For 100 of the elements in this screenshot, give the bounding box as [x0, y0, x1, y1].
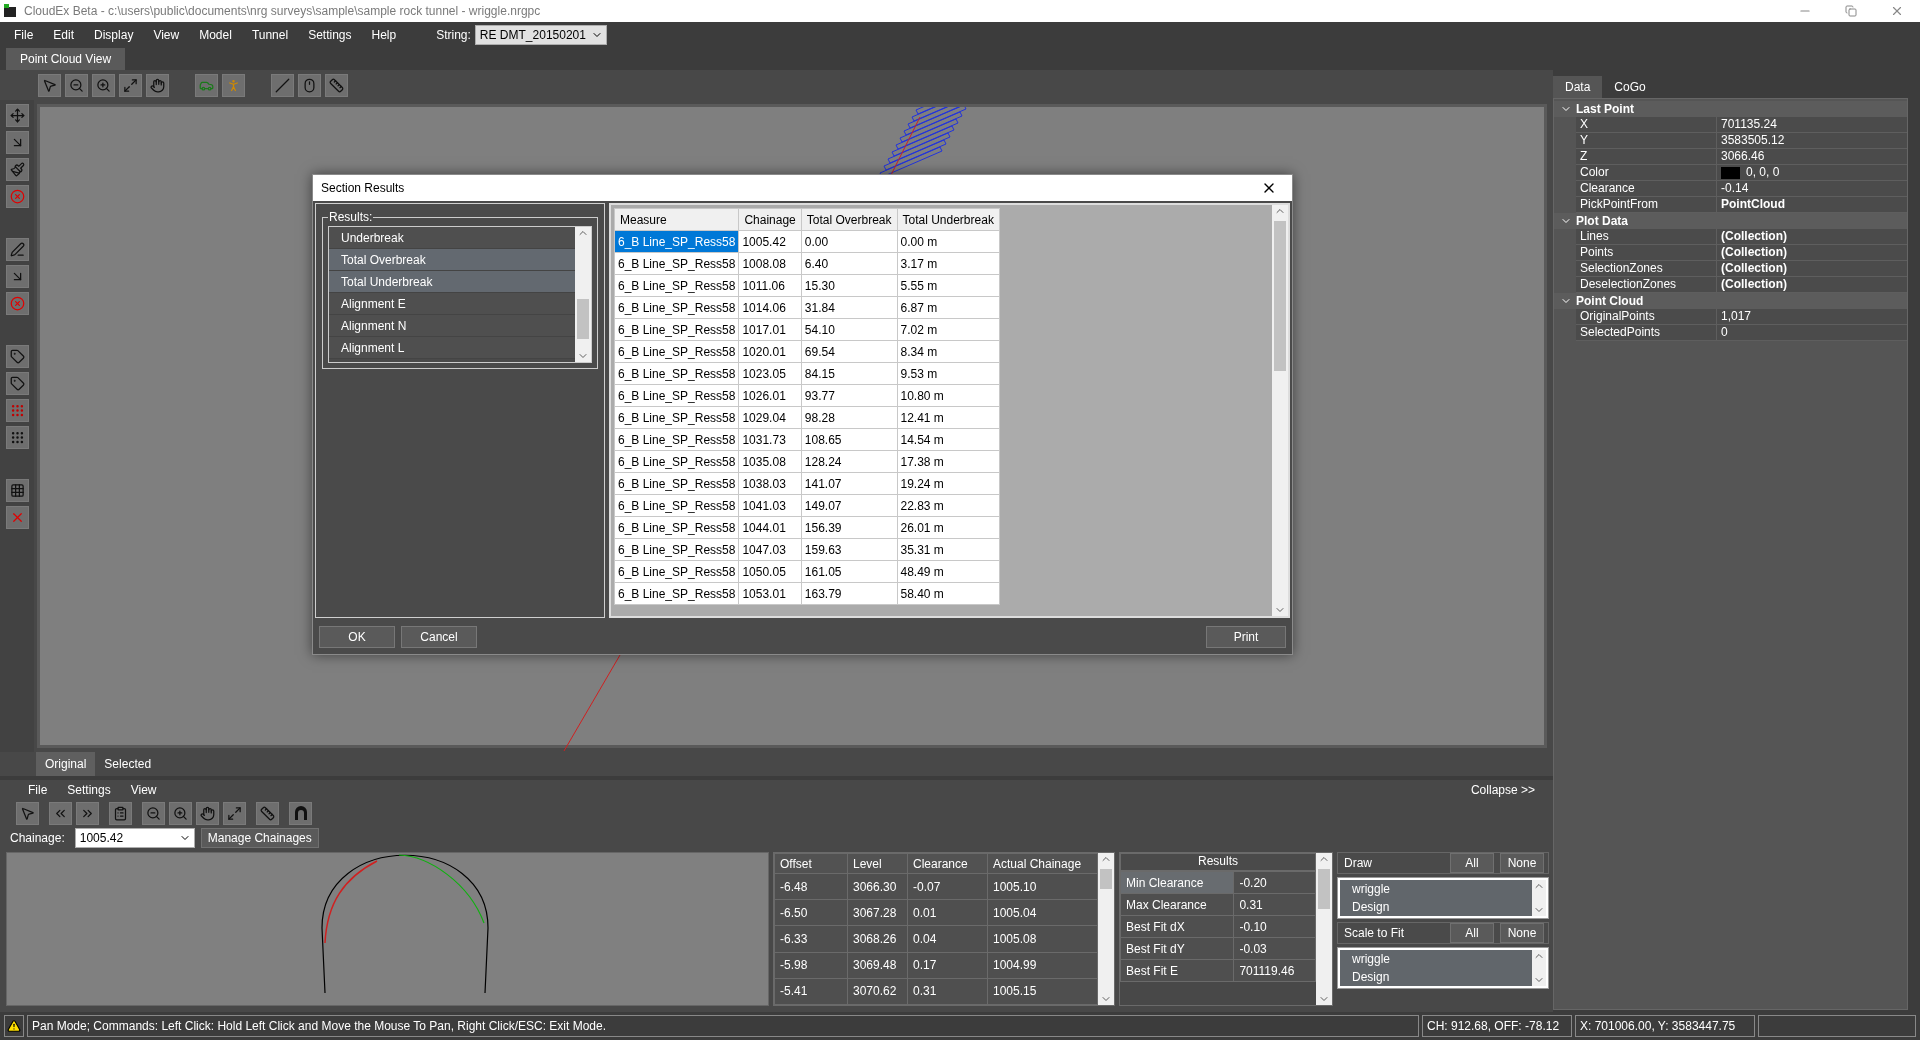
- pointer-tool-button[interactable]: [38, 73, 61, 97]
- list-item[interactable]: Total Underbreak: [329, 271, 575, 293]
- pointer-tool-button[interactable]: [16, 801, 39, 825]
- zoom-in-tool-button[interactable]: [169, 801, 192, 825]
- zoom-out-tool-button[interactable]: [65, 73, 88, 97]
- ruler-tool-button[interactable]: [325, 73, 348, 97]
- scrollbar[interactable]: [1098, 853, 1114, 1005]
- tag-tool-button[interactable]: [5, 372, 29, 395]
- table-cell[interactable]: 6_B Line_SP_Ress58: [614, 274, 739, 297]
- panel-tab[interactable]: CoGo: [1602, 76, 1658, 98]
- dots-tool-button[interactable]: [5, 426, 29, 449]
- print-button[interactable]: Print: [1206, 626, 1286, 648]
- scrollbar-thumb[interactable]: [577, 299, 589, 339]
- table-cell[interactable]: 6_B Line_SP_Ress58: [614, 494, 739, 517]
- mouse-tool-button[interactable]: [298, 73, 321, 97]
- table-cell[interactable]: 6_B Line_SP_Ress58: [614, 472, 739, 495]
- table-cell[interactable]: 6_B Line_SP_Ress58: [614, 428, 739, 451]
- table-cell[interactable]: 6_B Line_SP_Ress58: [614, 582, 739, 605]
- hand-tool-button[interactable]: [146, 73, 169, 97]
- zoom-in-tool-button[interactable]: [92, 73, 115, 97]
- cross-tool-button[interactable]: [5, 506, 29, 529]
- all-button[interactable]: All: [1450, 923, 1494, 943]
- string-dropdown[interactable]: RE DMT_20150201: [474, 25, 607, 45]
- car-tool-button[interactable]: [195, 73, 218, 97]
- table-cell[interactable]: 6_B Line_SP_Ress58: [614, 340, 739, 363]
- table-cell[interactable]: 6_B Line_SP_Ress58: [614, 362, 739, 385]
- tag-tool-button[interactable]: [5, 345, 29, 368]
- hand-tool-button[interactable]: [196, 801, 219, 825]
- grid-tool-button[interactable]: [5, 479, 29, 502]
- table-cell[interactable]: 6_B Line_SP_Ress58: [614, 252, 739, 275]
- column-header[interactable]: Offset: [774, 853, 848, 874]
- property-value[interactable]: (Collection): [1717, 277, 1907, 293]
- table-cell[interactable]: 6_B Line_SP_Ress58: [614, 384, 739, 407]
- table-cell[interactable]: 6_B Line_SP_Ress58: [614, 230, 739, 253]
- none-button[interactable]: None: [1500, 923, 1544, 943]
- category-row[interactable]: Last Point: [1554, 101, 1907, 117]
- expand-tool-button[interactable]: [119, 73, 142, 97]
- menu-item[interactable]: View: [143, 28, 190, 42]
- menu-item[interactable]: Settings: [57, 783, 121, 797]
- table-cell[interactable]: 6_B Line_SP_Ress58: [614, 516, 739, 539]
- collapse-button[interactable]: Collapse >>: [1464, 782, 1541, 798]
- brush-tool-button[interactable]: [5, 158, 29, 181]
- menu-item[interactable]: Edit: [43, 28, 85, 42]
- rewind-tool-button[interactable]: [49, 801, 72, 825]
- list-item[interactable]: Design: [1352, 968, 1532, 986]
- scrollbar-thumb[interactable]: [1318, 869, 1330, 909]
- scrollbar-thumb[interactable]: [1274, 221, 1286, 371]
- category-row[interactable]: Point Cloud: [1554, 293, 1907, 309]
- column-header[interactable]: Total Overbreak: [801, 208, 897, 231]
- table-cell[interactable]: 6_B Line_SP_Ress58: [614, 538, 739, 561]
- all-button[interactable]: All: [1450, 853, 1494, 873]
- arrow-tool-button[interactable]: [5, 265, 29, 288]
- dots-tool-button[interactable]: [5, 399, 29, 422]
- column-header[interactable]: Level: [847, 853, 908, 874]
- list-item[interactable]: wriggle: [1352, 950, 1532, 968]
- ok-button[interactable]: OK: [319, 626, 395, 648]
- scrollbar[interactable]: [575, 227, 591, 362]
- list-item[interactable]: Alignment E: [329, 293, 575, 315]
- list-item[interactable]: Design: [1352, 898, 1532, 916]
- delete-tool-button[interactable]: [5, 185, 29, 208]
- property-value[interactable]: 1,017: [1717, 309, 1907, 325]
- table-cell[interactable]: 6_B Line_SP_Ress58: [614, 318, 739, 341]
- property-value[interactable]: 0, 0, 0: [1717, 165, 1907, 181]
- scrollbar[interactable]: [1316, 853, 1332, 1005]
- document-tab[interactable]: Point Cloud View: [6, 48, 126, 70]
- menu-item[interactable]: Display: [84, 28, 144, 42]
- panel-tab[interactable]: Data: [1553, 76, 1603, 98]
- results-listbox[interactable]: Underbreak Total Overbreak Total Underbreak Alignment E Alignment N Alignment L: [328, 226, 592, 363]
- menu-item[interactable]: Help: [361, 28, 407, 42]
- column-header[interactable]: Chainage: [738, 208, 802, 231]
- pen-tool-button[interactable]: [5, 238, 29, 261]
- table-cell[interactable]: 6_B Line_SP_Ress58: [614, 450, 739, 473]
- chainage-combo[interactable]: 1005.42: [74, 828, 195, 848]
- list-item[interactable]: Total Overbreak: [329, 249, 575, 271]
- column-header[interactable]: Clearance: [907, 853, 988, 874]
- arrow-tool-button[interactable]: [5, 131, 29, 154]
- menu-item[interactable]: Model: [189, 28, 242, 42]
- property-value[interactable]: (Collection): [1717, 229, 1907, 245]
- move-tool-button[interactable]: [5, 104, 29, 127]
- menu-item[interactable]: File: [18, 783, 58, 797]
- menu-item[interactable]: Tunnel: [241, 28, 299, 42]
- list-item[interactable]: wriggle: [1352, 880, 1532, 898]
- table-cell[interactable]: 6_B Line_SP_Ress58: [614, 560, 739, 583]
- manage-chainages-button[interactable]: Manage Chainages: [200, 828, 319, 848]
- category-row[interactable]: Plot Data: [1554, 213, 1907, 229]
- property-value[interactable]: (Collection): [1717, 261, 1907, 277]
- column-header[interactable]: Total Underbreak: [897, 208, 1000, 231]
- property-value[interactable]: PointCloud: [1717, 197, 1907, 213]
- menu-item[interactable]: View: [120, 783, 167, 797]
- scrollbar[interactable]: [1272, 205, 1288, 616]
- fast-forward-tool-button[interactable]: [76, 801, 99, 825]
- ruler-tool-button[interactable]: [256, 801, 279, 825]
- property-value[interactable]: (Collection): [1717, 245, 1907, 261]
- list-item[interactable]: Underbreak: [329, 227, 575, 249]
- menu-item[interactable]: Settings: [298, 28, 362, 42]
- slash-tool-button[interactable]: [271, 73, 294, 97]
- delete-tool-button[interactable]: [5, 292, 29, 315]
- clipboard-tool-button[interactable]: [109, 801, 132, 825]
- list-item[interactable]: Alignment L: [329, 337, 575, 359]
- zoom-out-tool-button[interactable]: [142, 801, 165, 825]
